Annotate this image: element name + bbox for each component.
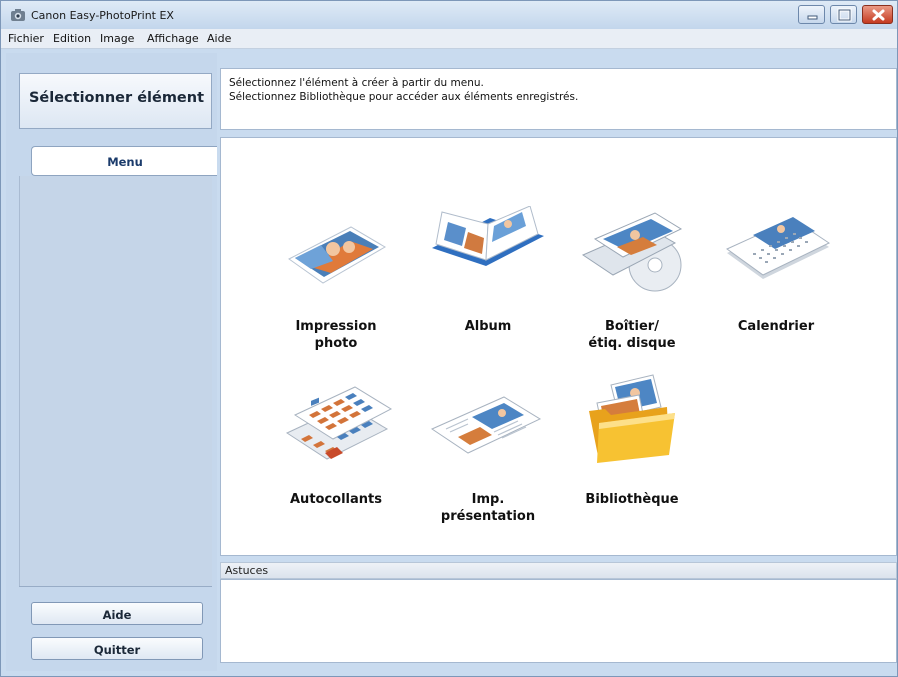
help-button-label: Aide	[102, 608, 132, 622]
item-album[interactable]: Album	[423, 201, 553, 361]
item-album-label: Album	[464, 319, 512, 334]
minimize-icon	[807, 15, 818, 20]
item-photo-print-label-2: photo	[314, 336, 358, 351]
menu-fichier[interactable]: Fichier	[8, 32, 44, 45]
quit-button-label: Quitter	[93, 643, 141, 657]
disc-label-icon	[581, 212, 683, 292]
item-library-label: Bibliothèque	[585, 492, 679, 507]
quit-button[interactable]: Quitter	[31, 637, 203, 660]
menu-affichage[interactable]: Affichage	[147, 32, 199, 45]
item-calendar-label: Calendrier	[737, 319, 815, 334]
maximize-button[interactable]	[830, 5, 857, 24]
instructions-line-2: Sélectionnez Bibliothèque pour accéder a…	[229, 91, 579, 103]
instructions-line-1: Sélectionnez l'élément à créer à partir …	[229, 77, 484, 89]
close-button[interactable]	[862, 5, 893, 24]
photo-print-icon	[288, 226, 386, 284]
item-calendar[interactable]: Calendrier	[711, 201, 841, 361]
sidebar-header: Sélectionner élément	[19, 73, 212, 129]
title-bar[interactable]: Canon Easy-PhotoPrint EX	[1, 1, 897, 29]
maximize-icon	[837, 8, 852, 22]
tab-menu-label: Menu	[107, 155, 143, 169]
album-icon	[432, 206, 544, 266]
item-layout-print[interactable]: Imp. présentation	[423, 373, 553, 533]
item-photo-print[interactable]: Impression photo	[271, 201, 401, 361]
minimize-button[interactable]	[798, 5, 825, 24]
help-button[interactable]: Aide	[31, 602, 203, 625]
item-disc-label-label-1: Boîtier/	[605, 319, 659, 334]
instructions-panel: Sélectionnez l'élément à créer à partir …	[220, 68, 897, 130]
menu-image[interactable]: Image	[100, 32, 134, 45]
item-photo-print-label-1: Impression	[295, 319, 377, 334]
item-layout-print-label-1: Imp.	[471, 492, 505, 507]
app-icon	[11, 9, 25, 21]
item-layout-print-label-2: présentation	[440, 509, 536, 524]
tips-panel	[220, 579, 897, 663]
tips-header: Astuces	[220, 562, 897, 579]
item-library[interactable]: Bibliothèque	[567, 373, 697, 533]
stickers-icon	[285, 386, 393, 460]
menu-edition[interactable]: Edition	[53, 32, 91, 45]
item-stickers[interactable]: Autocollants	[271, 373, 401, 533]
item-disc-label[interactable]: Boîtier/ étiq. disque	[567, 201, 697, 361]
layout-print-icon	[430, 396, 542, 454]
library-folder-icon	[589, 374, 675, 463]
window-title: Canon Easy-PhotoPrint EX	[31, 9, 174, 22]
menu-aide[interactable]: Aide	[207, 32, 231, 45]
item-disc-label-label-2: étiq. disque	[588, 336, 676, 351]
tips-header-label: Astuces	[225, 564, 269, 577]
tab-menu[interactable]: Menu	[31, 146, 217, 176]
sidebar-divider	[19, 586, 212, 587]
sidebar-header-title: Sélectionner élément	[28, 90, 205, 106]
item-stickers-label: Autocollants	[290, 492, 382, 507]
close-icon	[872, 9, 885, 21]
calendar-icon	[726, 217, 831, 279]
sidebar-list	[19, 176, 212, 586]
menu-bar: Fichier Edition Image Affichage Aide	[1, 29, 897, 49]
application-window: Canon Easy-PhotoPrint EX Fichier Edition…	[0, 0, 898, 677]
